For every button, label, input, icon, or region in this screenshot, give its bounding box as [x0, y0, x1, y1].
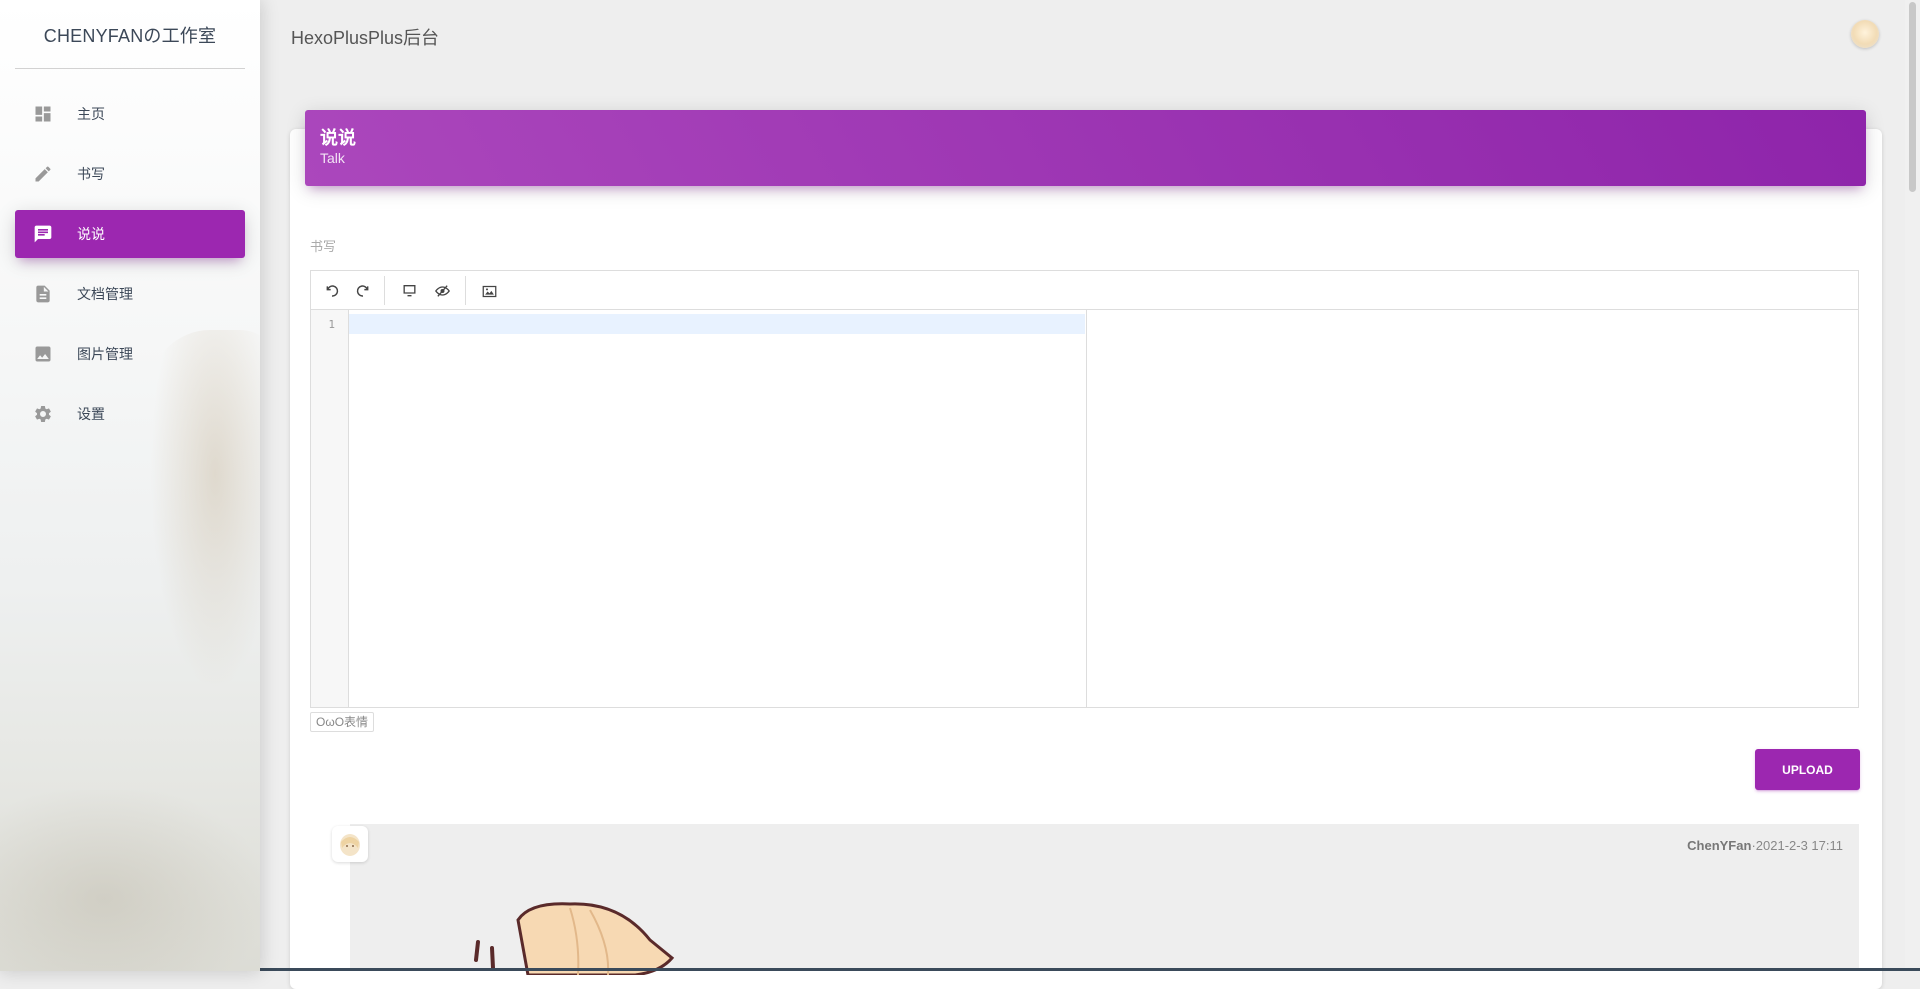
sidebar-item-label: 说说	[77, 226, 105, 242]
talk-date: 2021-2-3 17:11	[1755, 838, 1843, 853]
user-avatar-icon[interactable]	[1851, 20, 1879, 48]
toolbar-separator	[465, 276, 466, 305]
monitor-icon[interactable]	[398, 280, 420, 302]
talk-avatar	[332, 826, 368, 862]
sidebar-item-images[interactable]: 图片管理	[15, 330, 245, 378]
sidebar-background-rock	[0, 790, 260, 971]
sidebar-item-label: 设置	[77, 406, 105, 422]
image-icon	[32, 343, 54, 365]
brand-title[interactable]: CHENYFANの工作室	[0, 22, 260, 48]
sidebar-item-settings[interactable]: 设置	[15, 390, 245, 438]
talk-item: ChenYFan·2021-2-3 17:11	[350, 824, 1859, 977]
talk-meta: ChenYFan·2021-2-3 17:11	[1687, 838, 1843, 853]
page-scrollbar[interactable]	[1905, 0, 1920, 971]
active-line	[349, 314, 1085, 334]
sidebar-item-home[interactable]: 主页	[15, 90, 245, 138]
chat-icon	[32, 223, 54, 245]
brand-divider	[15, 68, 245, 69]
document-icon	[32, 283, 54, 305]
hide-preview-icon[interactable]	[431, 280, 453, 302]
sidebar: CHENYFANの工作室 主页 书写 说说 文档管理 图片管理 设置	[0, 0, 260, 971]
pencil-icon	[32, 163, 54, 185]
editor-label: 书写	[310, 239, 337, 254]
sidebar-item-label: 书写	[77, 166, 105, 182]
card-subtitle: Talk	[320, 150, 345, 166]
sidebar-nav: 主页 书写 说说 文档管理 图片管理 设置	[15, 90, 245, 450]
dashboard-icon	[32, 103, 54, 125]
editor-gutter: 1	[311, 310, 349, 707]
sidebar-item-label: 主页	[77, 106, 105, 122]
markdown-editor: 1	[310, 270, 1859, 708]
editor-textarea[interactable]	[349, 310, 1085, 707]
upload-button[interactable]: UPLOAD	[1755, 749, 1860, 790]
sidebar-item-label: 文档管理	[77, 286, 133, 302]
card-title: 说说	[320, 128, 356, 148]
undo-icon[interactable]	[321, 280, 343, 302]
sidebar-item-documents[interactable]: 文档管理	[15, 270, 245, 318]
talk-author: ChenYFan	[1687, 838, 1752, 853]
scrollbar-thumb[interactable]	[1909, 2, 1916, 192]
image-icon[interactable]	[478, 280, 500, 302]
editor-toolbar	[311, 271, 1858, 310]
gear-icon	[32, 403, 54, 425]
sidebar-item-talk[interactable]: 说说	[15, 210, 245, 258]
redo-icon[interactable]	[352, 280, 374, 302]
page-title[interactable]: HexoPlusPlus后台	[291, 24, 439, 50]
markdown-preview	[1087, 310, 1858, 707]
emoji-button[interactable]: OωO表情	[310, 712, 375, 732]
line-number: 1	[328, 318, 335, 331]
sidebar-item-label: 图片管理	[77, 346, 133, 362]
toolbar-separator	[384, 276, 385, 305]
sidebar-item-write[interactable]: 书写	[15, 150, 245, 198]
card-header: 说说 Talk	[305, 110, 1866, 186]
